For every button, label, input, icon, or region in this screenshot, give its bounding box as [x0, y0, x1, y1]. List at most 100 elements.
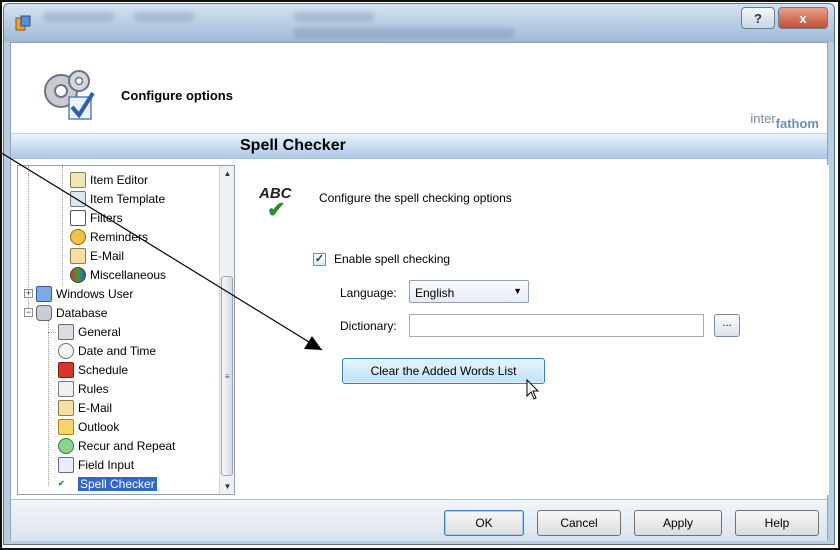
enable-spell-checking-label[interactable]: Enable spell checking	[334, 252, 450, 266]
item-editor-icon	[70, 171, 86, 188]
app-icon	[15, 15, 31, 31]
tree-line	[62, 166, 63, 286]
tree-item-label: Field Input	[78, 457, 135, 472]
tree-line	[48, 332, 56, 333]
tree-item-label: E-Mail	[78, 400, 113, 415]
scroll-thumb[interactable]: ≡	[221, 276, 233, 476]
blurred-text	[44, 12, 114, 22]
mouse-pointer-icon	[526, 379, 540, 400]
miscellaneous-icon	[70, 266, 86, 283]
language-value: English	[415, 286, 455, 300]
recur-icon	[58, 437, 74, 454]
panel-description: Configure the spell checking options	[319, 191, 512, 205]
collapse-database[interactable]: −	[24, 308, 33, 317]
tree-item-outlook[interactable]: Outlook	[58, 417, 119, 436]
tree-item-label: Schedule	[78, 362, 129, 377]
title-bar[interactable]: ? x	[4, 4, 834, 42]
help-button[interactable]: Help	[735, 510, 819, 536]
tree-item-field-input[interactable]: Field Input	[58, 455, 134, 474]
item-template-icon	[70, 190, 86, 207]
dialog-header: Configure options interfathom	[11, 43, 827, 133]
brand-main: inter	[750, 111, 776, 126]
brand-logo: interfathom	[750, 111, 819, 131]
cancel-button[interactable]: Cancel	[537, 510, 621, 536]
minus-icon: −	[25, 307, 32, 317]
tree-item-spell-checker[interactable]: ✔ Spell Checker	[58, 474, 157, 493]
tree-item-rules[interactable]: Rules	[58, 379, 109, 398]
gears-check-icon	[44, 70, 95, 120]
tree-item-label: Windows User	[56, 286, 134, 301]
blurred-text	[134, 12, 194, 22]
tree-item-item-editor[interactable]: Item Editor	[70, 170, 148, 189]
plus-icon: +	[25, 288, 32, 298]
tree-scrollbar[interactable]: ▲ ≡ ▼	[219, 166, 234, 494]
dictionary-label: Dictionary:	[340, 319, 397, 333]
database-icon	[36, 304, 52, 321]
email-icon	[70, 247, 86, 264]
help-glyph: ?	[754, 10, 762, 26]
filters-icon	[70, 209, 86, 226]
spell-check-icon: ✔	[58, 475, 74, 492]
checkmark-icon: ✓	[314, 253, 325, 265]
tree-item-label: Miscellaneous	[90, 267, 167, 282]
language-select[interactable]: English ▼	[409, 280, 529, 303]
tree-item-reminders[interactable]: Reminders	[70, 227, 148, 246]
tree-item-label: Recur and Repeat	[78, 438, 176, 453]
dictionary-input[interactable]	[409, 314, 704, 337]
blurred-text	[294, 12, 374, 22]
grip-icon: ≡	[225, 372, 230, 381]
apply-button[interactable]: Apply	[634, 510, 722, 536]
tree-item-miscellaneous[interactable]: Miscellaneous	[70, 265, 166, 284]
options-tree[interactable]: Item Editor Item Template Filters Remind…	[17, 165, 235, 495]
tree-item-item-template[interactable]: Item Template	[70, 189, 165, 208]
scroll-up-arrow[interactable]: ▲	[220, 166, 234, 181]
tree-item-label: Date and Time	[78, 343, 157, 358]
dialog-footer: OK Cancel Apply Help	[11, 499, 827, 541]
tree-item-label: Rules	[78, 381, 109, 396]
blurred-text	[294, 28, 514, 38]
dialog-content: Configure options interfathom Spell Chec…	[10, 42, 829, 541]
header-title: Configure options	[121, 88, 233, 103]
tree-item-label: Item Editor	[90, 172, 149, 187]
tree-line	[48, 316, 49, 486]
brand-sub: fathom	[775, 116, 819, 131]
windows-user-icon	[36, 285, 52, 302]
general-icon	[58, 323, 74, 340]
ok-button[interactable]: OK	[444, 510, 524, 536]
tree-item-filters[interactable]: Filters	[70, 208, 123, 227]
tree-item-recur-and-repeat[interactable]: Recur and Repeat	[58, 436, 175, 455]
section-title: Spell Checker	[240, 137, 346, 154]
spell-checker-panel: ABC ✔ Configure the spell checking optio…	[237, 165, 829, 495]
tree-item-label: General	[78, 324, 121, 339]
tree-item-database-email[interactable]: E-Mail	[58, 398, 112, 417]
tree-item-email[interactable]: E-Mail	[70, 246, 124, 265]
close-button[interactable]: x	[778, 7, 828, 29]
tree-item-label: Spell Checker	[78, 476, 157, 491]
tree-item-label: Filters	[90, 210, 123, 225]
date-time-icon	[58, 342, 74, 359]
reminders-icon	[70, 228, 86, 245]
chevron-down-icon: ▼	[513, 286, 522, 296]
outlook-icon	[58, 418, 74, 435]
tree-item-label: Outlook	[78, 419, 120, 434]
tree-item-label: E-Mail	[90, 248, 125, 263]
email-icon	[58, 399, 74, 416]
browse-dictionary-button[interactable]: ...	[714, 314, 740, 337]
help-title-button[interactable]: ?	[741, 7, 775, 29]
tree-item-label: Item Template	[90, 191, 166, 206]
tree-item-windows-user[interactable]: Windows User	[36, 284, 133, 303]
check-icon: ✔	[267, 197, 286, 222]
configure-options-window: ? x Configure options interfathom Spell …	[3, 3, 835, 545]
scroll-down-arrow[interactable]: ▼	[220, 479, 234, 494]
expand-windows-user[interactable]: +	[24, 289, 33, 298]
close-icon: x	[799, 10, 807, 26]
tree-item-label: Database	[56, 305, 108, 320]
tree-item-label: Reminders	[90, 229, 149, 244]
enable-spell-checking-checkbox[interactable]: ✓	[313, 253, 326, 266]
field-input-icon	[58, 456, 74, 473]
tree-item-schedule[interactable]: Schedule	[58, 360, 128, 379]
tree-item-database[interactable]: Database	[36, 303, 107, 322]
tree-item-general[interactable]: General	[58, 322, 121, 341]
tree-item-date-and-time[interactable]: Date and Time	[58, 341, 156, 360]
clear-added-words-button[interactable]: Clear the Added Words List	[342, 358, 545, 384]
